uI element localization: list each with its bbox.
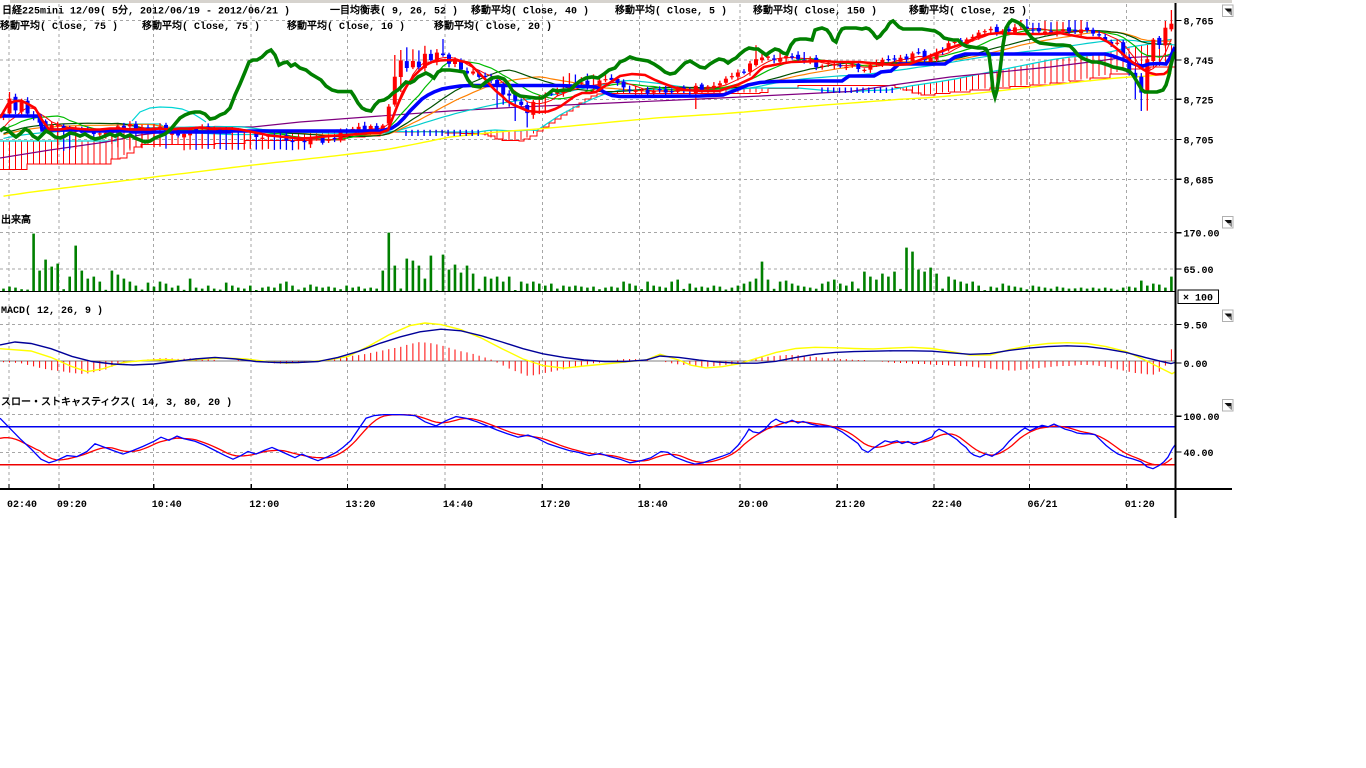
svg-text:出来高: 出来高 bbox=[1, 213, 31, 227]
svg-text:100.00: 100.00 bbox=[1184, 413, 1220, 424]
svg-text:09:20: 09:20 bbox=[57, 500, 87, 511]
svg-text:移動平均( Close, 5 ): 移動平均( Close, 5 ) bbox=[615, 4, 727, 18]
svg-text:移動平均( Close, 150 ): 移動平均( Close, 150 ) bbox=[753, 4, 877, 18]
svg-text:170.00: 170.00 bbox=[1184, 230, 1220, 241]
svg-text:06/21: 06/21 bbox=[1028, 499, 1058, 511]
svg-text:日経225mini 12/09( 5分, 2012/06/1: 日経225mini 12/09( 5分, 2012/06/19 - 2012/0… bbox=[2, 4, 290, 18]
svg-text:12:00: 12:00 bbox=[249, 500, 279, 511]
svg-text:8,685: 8,685 bbox=[1184, 176, 1214, 187]
svg-text:40.00: 40.00 bbox=[1184, 449, 1214, 460]
svg-text:移動平均( Close, 40 ): 移動平均( Close, 40 ) bbox=[471, 4, 589, 18]
svg-text:17:20: 17:20 bbox=[540, 500, 570, 511]
svg-text:20:00: 20:00 bbox=[738, 500, 768, 511]
svg-text:8,765: 8,765 bbox=[1184, 18, 1214, 29]
svg-text:8,705: 8,705 bbox=[1184, 137, 1214, 148]
svg-text:22:40: 22:40 bbox=[932, 500, 962, 511]
svg-text:× 100: × 100 bbox=[1183, 294, 1213, 305]
svg-text:移動平均( Close, 75 ): 移動平均( Close, 75 ) bbox=[0, 19, 118, 33]
svg-text:8,725: 8,725 bbox=[1184, 96, 1214, 107]
svg-text:14:40: 14:40 bbox=[443, 500, 473, 511]
svg-text:10:40: 10:40 bbox=[152, 500, 182, 511]
svg-text:21:20: 21:20 bbox=[835, 500, 865, 511]
svg-text:一目均衡表( 9, 26, 52 ): 一目均衡表( 9, 26, 52 ) bbox=[330, 4, 458, 18]
svg-text:移動平均( Close, 20 ): 移動平均( Close, 20 ) bbox=[434, 19, 552, 33]
svg-text:9.50: 9.50 bbox=[1184, 322, 1208, 333]
svg-text:8,745: 8,745 bbox=[1184, 57, 1214, 68]
svg-text:0.00: 0.00 bbox=[1184, 360, 1208, 371]
svg-text:65.00: 65.00 bbox=[1184, 266, 1214, 277]
svg-text:18:40: 18:40 bbox=[638, 500, 668, 511]
svg-text:01:20: 01:20 bbox=[1125, 500, 1155, 511]
svg-text:移動平均( Close, 10 ): 移動平均( Close, 10 ) bbox=[287, 19, 405, 33]
svg-text:02:40: 02:40 bbox=[7, 500, 37, 511]
svg-text:MACD( 12, 26, 9 ): MACD( 12, 26, 9 ) bbox=[1, 305, 103, 317]
svg-text:移動平均( Close, 75 ): 移動平均( Close, 75 ) bbox=[142, 19, 260, 33]
svg-text:13:20: 13:20 bbox=[346, 500, 376, 511]
svg-text:スロー・ストキャスティクス( 14, 3, 80, 20 ): スロー・ストキャスティクス( 14, 3, 80, 20 ) bbox=[1, 396, 232, 409]
svg-text:移動平均( Close, 25 ): 移動平均( Close, 25 ) bbox=[909, 4, 1027, 18]
